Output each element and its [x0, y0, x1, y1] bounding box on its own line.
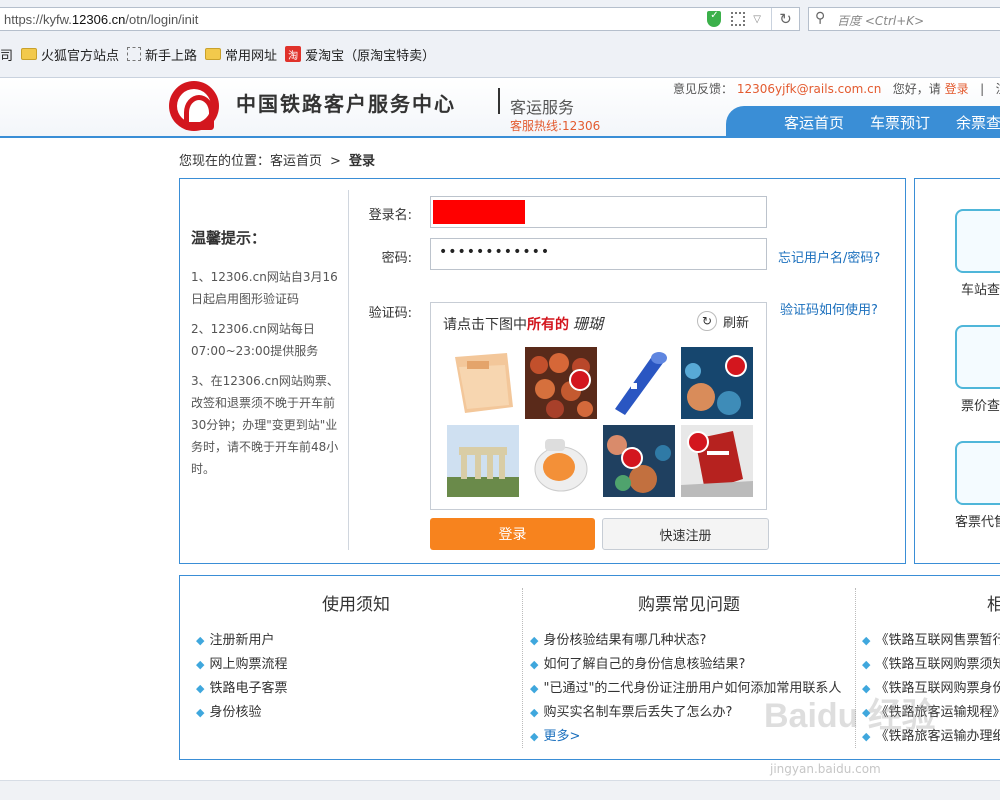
taobao-icon: 淘: [285, 46, 302, 62]
breadcrumb-home[interactable]: 客运首页: [270, 154, 322, 169]
ticket-agent-icon[interactable]: [955, 441, 1000, 505]
bookmark-firefox-official[interactable]: 火狐官方站点: [21, 45, 119, 64]
info-link[interactable]: 《铁路互联网购票须知: [862, 653, 1000, 677]
breadcrumb: 您现在的位置：客运首页 > 登录: [179, 154, 375, 169]
tips-panel: 温馨提示： 1、12306.cn网站自3月16日起启用图形验证码 2、12306…: [191, 227, 341, 488]
railway-logo-icon[interactable]: [169, 81, 219, 131]
info-link[interactable]: 网上购票流程: [196, 653, 516, 677]
security-shield-icon[interactable]: [707, 10, 722, 27]
address-bar[interactable]: https://kyfw.12306.cn/otn/login/init ▽ ↻: [0, 7, 800, 31]
captcha-target-word: 珊瑚: [573, 315, 604, 333]
tips-title: 温馨提示：: [191, 229, 267, 247]
info-column-usage: 使用须知 注册新用户 网上购票流程 铁路电子客票 身份核验: [196, 590, 516, 725]
tip-item: 3、在12306.cn网站购票、改签和退票须不晚于开车前30分钟；办理"变更到站…: [191, 374, 339, 476]
page-icon: [127, 47, 142, 61]
feedback-area: 意见反馈： 12306yjfk@rails.com.cn 您好，请 登录 | 注: [673, 80, 1000, 97]
hotline-text: 客服热线:12306: [510, 119, 601, 133]
captcha-image-humidifier[interactable]: [525, 425, 597, 497]
password-value: ••••••••••••: [439, 244, 551, 260]
service-title: 客运服务: [510, 98, 575, 117]
railway-stamp-icon: [621, 447, 643, 469]
folder-icon: [21, 48, 38, 60]
column-title: 相: [987, 595, 1000, 615]
brand-divider: [498, 88, 500, 114]
folder-icon: [205, 48, 222, 60]
qr-code-icon[interactable]: [731, 12, 746, 26]
baidu-watermark: Baidu 经验: [764, 697, 936, 735]
refresh-icon: ↻: [697, 311, 717, 331]
captcha-image-coral[interactable]: [525, 347, 597, 419]
side-station-query[interactable]: 车站查: [961, 279, 1000, 298]
divider: [348, 190, 349, 550]
password-input[interactable]: ••••••••••••: [430, 238, 767, 270]
column-title: 使用须知: [322, 595, 390, 615]
header-login-link[interactable]: 登录: [945, 82, 969, 96]
username-input[interactable]: [430, 196, 767, 228]
captcha-image-coral-sea[interactable]: [681, 347, 753, 419]
column-divider: [522, 588, 523, 748]
watermark-url: jingyan.baidu.com: [770, 762, 881, 776]
captcha-image-mailbox[interactable]: [681, 425, 753, 497]
dropdown-arrow-icon[interactable]: ▽: [753, 14, 761, 25]
search-icon: ⚲: [815, 10, 826, 26]
column-title: 购票常见问题: [638, 595, 740, 615]
captcha-refresh-button[interactable]: ↻ 刷新: [697, 311, 749, 331]
url-text[interactable]: https://kyfw.12306.cn/otn/login/init: [4, 12, 198, 27]
password-label: 密码:: [381, 251, 412, 266]
reload-icon[interactable]: ↻: [771, 8, 799, 30]
bookmark-item[interactable]: 司: [0, 45, 13, 64]
captcha-label: 验证码:: [368, 306, 412, 321]
captcha-image-flashlight[interactable]: [603, 347, 675, 419]
bookmark-getting-started[interactable]: 新手上路: [127, 45, 197, 64]
side-fare-query[interactable]: 票价查: [961, 395, 1000, 414]
captcha-help-link[interactable]: 验证码如何使用?: [780, 299, 878, 318]
bookmark-aitaobao[interactable]: 淘爱淘宝（原淘宝特卖）: [285, 45, 435, 64]
feedback-email-link[interactable]: 12306yjfk@rails.com.cn: [737, 82, 881, 96]
browser-search-input[interactable]: ⚲ 百度 <Ctrl+K>: [808, 7, 1000, 31]
captcha-image-coral-reef[interactable]: [603, 425, 675, 497]
search-placeholder: 百度 <Ctrl+K>: [837, 14, 925, 28]
tip-item: 2、12306.cn网站每日07:00~23:00提供服务: [191, 322, 319, 358]
info-link[interactable]: 身份核验: [196, 701, 516, 725]
captcha-widget: 请点击下图中所有的 珊瑚 ↻ 刷新: [430, 302, 767, 510]
captcha-image-monument[interactable]: [447, 425, 519, 497]
captcha-image-envelope[interactable]: [447, 347, 519, 419]
info-link[interactable]: 《铁路互联网售票暂行: [862, 629, 1000, 653]
railway-stamp-icon: [687, 431, 709, 453]
username-label: 登录名:: [368, 208, 412, 223]
login-button[interactable]: 登录: [430, 518, 595, 550]
railway-stamp-icon: [569, 369, 591, 391]
brand-title: 中国铁路客户服务中心: [236, 92, 456, 116]
nav-remaining-tickets[interactable]: 余票查: [956, 112, 1000, 133]
main-nav: 客运首页 车票预订 余票查: [726, 106, 1000, 138]
browser-toolbar: https://kyfw.12306.cn/otn/login/init ▽ ↻…: [0, 0, 1000, 78]
info-link[interactable]: 如何了解自己的身份信息核验结果?: [530, 653, 848, 677]
railway-stamp-icon: [725, 355, 747, 377]
quick-register-button[interactable]: 快速注册: [602, 518, 769, 550]
breadcrumb-current: 登录: [348, 154, 375, 169]
station-query-icon[interactable]: [955, 209, 1000, 273]
redacted-username: [433, 200, 525, 224]
tip-item: 1、12306.cn网站自3月16日起启用图形验证码: [191, 270, 338, 306]
nav-home[interactable]: 客运首页: [784, 112, 844, 133]
side-ticket-agent[interactable]: 客票代售: [955, 511, 1000, 530]
side-quick-links: 车站查 票价查 客票代售: [914, 178, 1000, 564]
fare-query-icon[interactable]: [955, 325, 1000, 389]
captcha-prompt: 请点击下图中所有的 珊瑚: [443, 315, 604, 333]
info-link[interactable]: 身份核验结果有哪几种状态?: [530, 629, 848, 653]
bookmarks-bar: 司 火狐官方站点 新手上路 常用网址 淘爱淘宝（原淘宝特卖）: [0, 41, 1000, 67]
nav-ticket-booking[interactable]: 车票预订: [870, 112, 930, 133]
info-link[interactable]: 注册新用户: [196, 629, 516, 653]
bookmark-common-sites[interactable]: 常用网址: [205, 45, 277, 64]
forgot-password-link[interactable]: 忘记用户名/密码?: [778, 247, 880, 266]
info-link[interactable]: 铁路电子客票: [196, 677, 516, 701]
page-footer-strip: [0, 780, 1000, 800]
header-register-link[interactable]: 注: [996, 82, 1000, 96]
